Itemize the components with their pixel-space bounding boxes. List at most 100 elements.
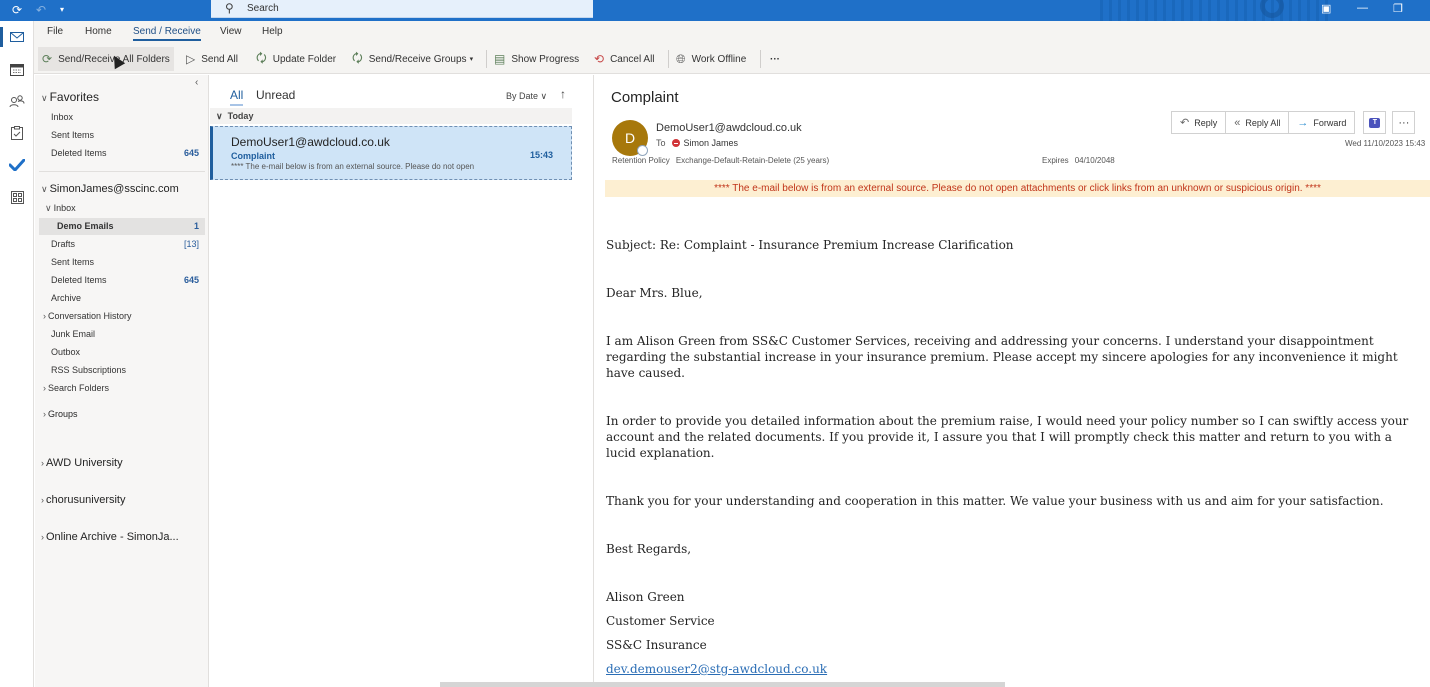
account-online-archive[interactable]: › Online Archive - SimonJa... — [41, 531, 179, 543]
folder-search-folders[interactable]: › Search Folders — [39, 380, 205, 397]
chevron-right-icon: › — [43, 383, 46, 393]
teams-icon: T — [1369, 117, 1381, 128]
apps-icon[interactable] — [0, 183, 34, 211]
folder-favorites-sent-items[interactable]: Sent Items — [39, 127, 205, 144]
more-commands-button[interactable]: ··· — [766, 47, 784, 71]
sort-direction-button[interactable]: ↑ — [560, 87, 566, 101]
folder-archive[interactable]: Archive — [39, 290, 205, 307]
folder-demo-emails[interactable]: Demo Emails 1 — [39, 218, 205, 235]
minimize-icon[interactable]: — — [1357, 2, 1368, 14]
tab-home[interactable]: Home — [85, 26, 112, 37]
folder-deleted-items[interactable]: Deleted Items 645 — [39, 272, 205, 289]
tab-view[interactable]: View — [220, 26, 242, 37]
todo-icon[interactable] — [0, 151, 34, 179]
horizontal-scrollbar[interactable] — [440, 682, 1005, 687]
folder-junk-email[interactable]: Junk Email — [39, 326, 205, 343]
reply-button[interactable]: ↶ Reply — [1171, 111, 1227, 134]
folder-sent-items[interactable]: Sent Items — [39, 254, 205, 271]
recipient-name[interactable]: Simon James — [684, 138, 739, 148]
chevron-right-icon: › — [43, 311, 46, 321]
signature-company: SS&C Insurance — [606, 638, 707, 652]
folder-label: Outbox — [51, 347, 81, 357]
folder-favorites-deleted-items[interactable]: Deleted Items 645 — [39, 145, 205, 162]
presence-busy-icon — [671, 139, 680, 147]
quick-access-dropdown-icon[interactable]: ▾ — [60, 2, 64, 18]
tasks-icon[interactable] — [0, 119, 34, 147]
chevron-right-icon: › — [41, 458, 44, 468]
presence-status-icon — [637, 145, 648, 156]
account-header[interactable]: ∨ SimonJames@sscinc.com — [41, 183, 179, 195]
account-label: SimonJames@sscinc.com — [49, 183, 179, 195]
filter-tab-all[interactable]: All — [230, 88, 244, 106]
body-paragraph: I am Alison Green from SS&C Customer Ser… — [606, 334, 1398, 380]
collapse-pane-icon[interactable]: ‹ — [195, 77, 198, 88]
body-greeting: Dear Mrs. Blue, — [606, 286, 703, 300]
send-all-button[interactable]: ▷ Send All — [182, 47, 242, 71]
more-icon: ··· — [1398, 116, 1410, 129]
signature-name: Alison Green — [606, 590, 685, 604]
message-item[interactable]: DemoUser1@awdcloud.co.uk Complaint 15:43… — [210, 126, 572, 180]
restore-icon[interactable]: ❐ — [1393, 2, 1403, 15]
tab-file[interactable]: File — [47, 26, 63, 37]
folder-conversation-history[interactable]: › Conversation History — [39, 308, 205, 325]
message-actions: ↶ Reply « Reply All → Forward T ··· — [1171, 111, 1416, 134]
account-awd-university[interactable]: › AWD University — [41, 457, 123, 469]
send-receive-all-folders-button[interactable]: ⟳ Send/Receive All Folders — [38, 47, 174, 71]
tab-send-receive[interactable]: Send / Receive — [133, 26, 201, 41]
account-chorusuniversity[interactable]: › chorusuniversity — [41, 494, 125, 506]
folder-outbox[interactable]: Outbox — [39, 344, 205, 361]
cancel-all-button[interactable]: ⟲ Cancel All — [590, 47, 659, 71]
title-bar: ⟳ ↶ ▾ ⚲ Search ▣ — ❐ — [0, 0, 1430, 21]
mail-icon[interactable] — [0, 23, 34, 51]
signature-title: Customer Service — [606, 614, 715, 628]
folder-drafts[interactable]: Drafts [13] — [39, 236, 205, 253]
sender-address[interactable]: DemoUser1@awdcloud.co.uk — [656, 122, 802, 134]
chevron-down-icon: ∨ — [45, 203, 52, 213]
teams-button[interactable]: T — [1363, 111, 1387, 134]
undo-icon[interactable]: ↶ — [36, 2, 46, 18]
message-subject: Complaint — [231, 151, 275, 161]
chevron-down-icon: ∨ — [41, 93, 48, 103]
account-label: AWD University — [46, 457, 123, 469]
chevron-right-icon: › — [41, 495, 44, 505]
folder-label: Search Folders — [48, 383, 110, 393]
favorites-header[interactable]: ∨ Favorites — [41, 90, 99, 104]
filter-tab-unread[interactable]: Unread — [256, 88, 295, 102]
show-progress-button[interactable]: ▤ Show Progress — [490, 47, 583, 71]
group-header-today[interactable]: ∨ Today — [210, 108, 572, 124]
body-closing: Best Regards, — [606, 542, 692, 556]
forward-button[interactable]: → Forward — [1288, 111, 1356, 134]
folder-favorites-inbox[interactable]: Inbox — [39, 109, 205, 126]
avatar-initial: D — [624, 130, 636, 146]
ribbon-separator — [760, 50, 761, 68]
ribbon-display-icon[interactable]: ▣ — [1321, 2, 1331, 15]
signature-email-link[interactable]: dev.demouser2@stg-awdcloud.co.uk — [606, 662, 827, 676]
update-folder-icon: 🗘 — [256, 50, 267, 65]
calendar-icon[interactable] — [0, 55, 34, 83]
body-paragraph: In order to provide you detailed informa… — [606, 414, 1409, 460]
chevron-down-icon: ∨ — [540, 91, 548, 101]
expires-label: Expires — [1042, 156, 1069, 165]
sort-label: By Date — [506, 91, 539, 101]
send-receive-groups-button[interactable]: 🗘 Send/Receive Groups ▾ — [348, 47, 477, 71]
folder-label: Groups — [48, 409, 78, 419]
ribbon-toolbar: ⟳ Send/Receive All Folders ▷ Send All 🗘 … — [34, 44, 1430, 74]
message-date: Wed 11/10/2023 15:43 — [1345, 139, 1426, 148]
sort-by-dropdown[interactable]: By Date ∨ — [506, 91, 547, 102]
forward-icon: → — [1297, 116, 1309, 129]
folder-pane: ‹ ∨ Favorites Inbox Sent Items Deleted It… — [35, 75, 209, 687]
work-offline-button[interactable]: 🌐︎ Work Offline — [672, 47, 750, 71]
tab-help[interactable]: Help — [262, 26, 283, 37]
chevron-right-icon: › — [43, 409, 46, 419]
reply-all-button[interactable]: « Reply All — [1225, 111, 1290, 134]
chevron-right-icon: › — [41, 532, 44, 542]
search-input[interactable]: ⚲ Search — [211, 0, 593, 18]
folder-label: Inbox — [51, 112, 74, 122]
sync-icon[interactable]: ⟳ — [12, 2, 22, 18]
folder-inbox[interactable]: ∨ Inbox — [39, 200, 205, 217]
update-folder-button[interactable]: 🗘 Update Folder — [252, 47, 340, 71]
folder-groups[interactable]: › Groups — [39, 406, 205, 423]
more-actions-button[interactable]: ··· — [1392, 111, 1416, 134]
people-icon[interactable] — [0, 87, 34, 115]
folder-rss-subscriptions[interactable]: RSS Subscriptions — [39, 362, 205, 379]
